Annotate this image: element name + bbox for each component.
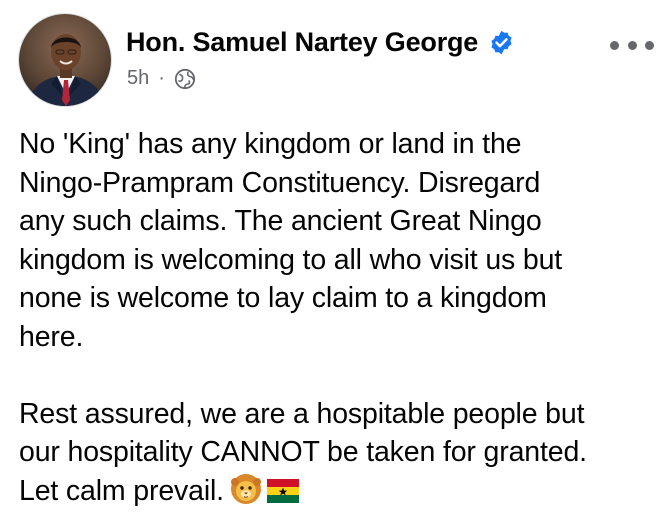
post-paragraph-last: Rest assured, we are a hospitable people… xyxy=(19,395,669,516)
more-dot xyxy=(627,40,637,50)
author-name-row: Hon. Samuel Nartey George xyxy=(126,27,515,58)
more-options-icon[interactable] xyxy=(610,38,654,52)
profile-photo xyxy=(19,14,111,106)
more-dot xyxy=(610,40,619,50)
author-name[interactable]: Hon. Samuel Nartey George xyxy=(126,27,478,58)
meta-separator: · xyxy=(158,67,165,89)
post-time[interactable]: 5h xyxy=(127,67,149,90)
verified-badge-icon xyxy=(488,29,515,56)
lion-face-emoji xyxy=(230,473,262,516)
post-meta: 5h · xyxy=(127,67,196,90)
post-body: No 'King' has any kingdom or land in the… xyxy=(19,125,669,515)
more-dot xyxy=(645,40,654,50)
post-paragraph: No 'King' has any kingdom or land in the… xyxy=(19,128,563,353)
post: Hon. Samuel Nartey George 5h · No 'King'… xyxy=(0,0,672,518)
ghana-flag-emoji xyxy=(266,477,300,516)
avatar[interactable] xyxy=(18,13,112,107)
globe-icon[interactable] xyxy=(174,68,196,90)
post-paragraph-text: Rest assured, we are a hospitable people… xyxy=(19,397,587,507)
